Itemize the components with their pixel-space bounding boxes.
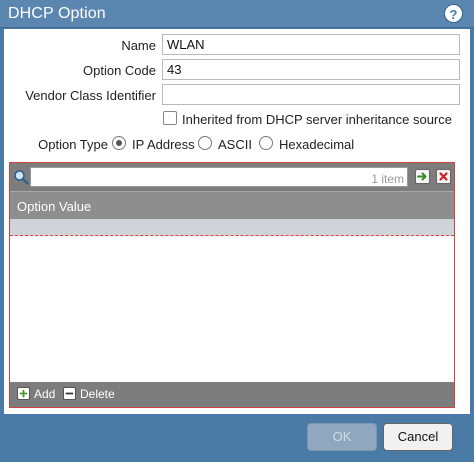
help-icon[interactable]: ? [444,4,463,23]
filter-clear-button[interactable] [436,169,451,184]
grid-toolbar: 1 item [10,163,454,191]
add-button[interactable]: Add [17,386,57,403]
close-icon [439,172,448,181]
radio-ip-address-label: IP Address [132,137,195,152]
item-count: 1 item [371,172,404,186]
name-label: Name [121,38,156,53]
radio-ascii-label: ASCII [218,137,252,152]
column-header-label: Option Value [17,199,92,214]
radio-hexadecimal[interactable] [259,136,273,150]
cancel-button[interactable]: Cancel [383,423,453,451]
option-type-label: Option Type [38,137,108,152]
delete-label: Delete [80,387,115,401]
vendor-class-label: Vendor Class Identifier [25,88,156,103]
delete-button[interactable]: Delete [63,386,117,403]
dialog-title: DHCP Option [8,5,106,22]
name-input[interactable] [162,34,460,55]
inherited-label: Inherited from DHCP server inheritance s… [182,112,452,127]
option-code-label: Option Code [83,63,156,78]
ok-button[interactable]: OK [307,423,377,451]
radio-hexadecimal-label: Hexadecimal [279,137,355,152]
column-header-option-value[interactable]: Option Value [10,191,454,219]
filter-go-button[interactable] [415,169,430,184]
vendor-class-input[interactable] [162,84,460,105]
option-value-grid: 1 item Option Value Add Delete [9,162,455,408]
search-icon [14,170,29,185]
minus-icon [63,387,76,400]
radio-ip-address[interactable] [112,136,126,150]
option-code-input[interactable] [162,59,460,80]
grid-footer: Add Delete [10,382,454,407]
inherited-checkbox[interactable] [163,111,177,125]
arrow-right-icon [417,172,427,181]
grid-search-input[interactable] [30,167,408,187]
plus-icon [17,387,30,400]
table-row[interactable] [10,219,454,236]
add-label: Add [34,387,56,401]
radio-ascii[interactable] [198,136,212,150]
dialog-titlebar: DHCP Option ? [0,0,474,28]
